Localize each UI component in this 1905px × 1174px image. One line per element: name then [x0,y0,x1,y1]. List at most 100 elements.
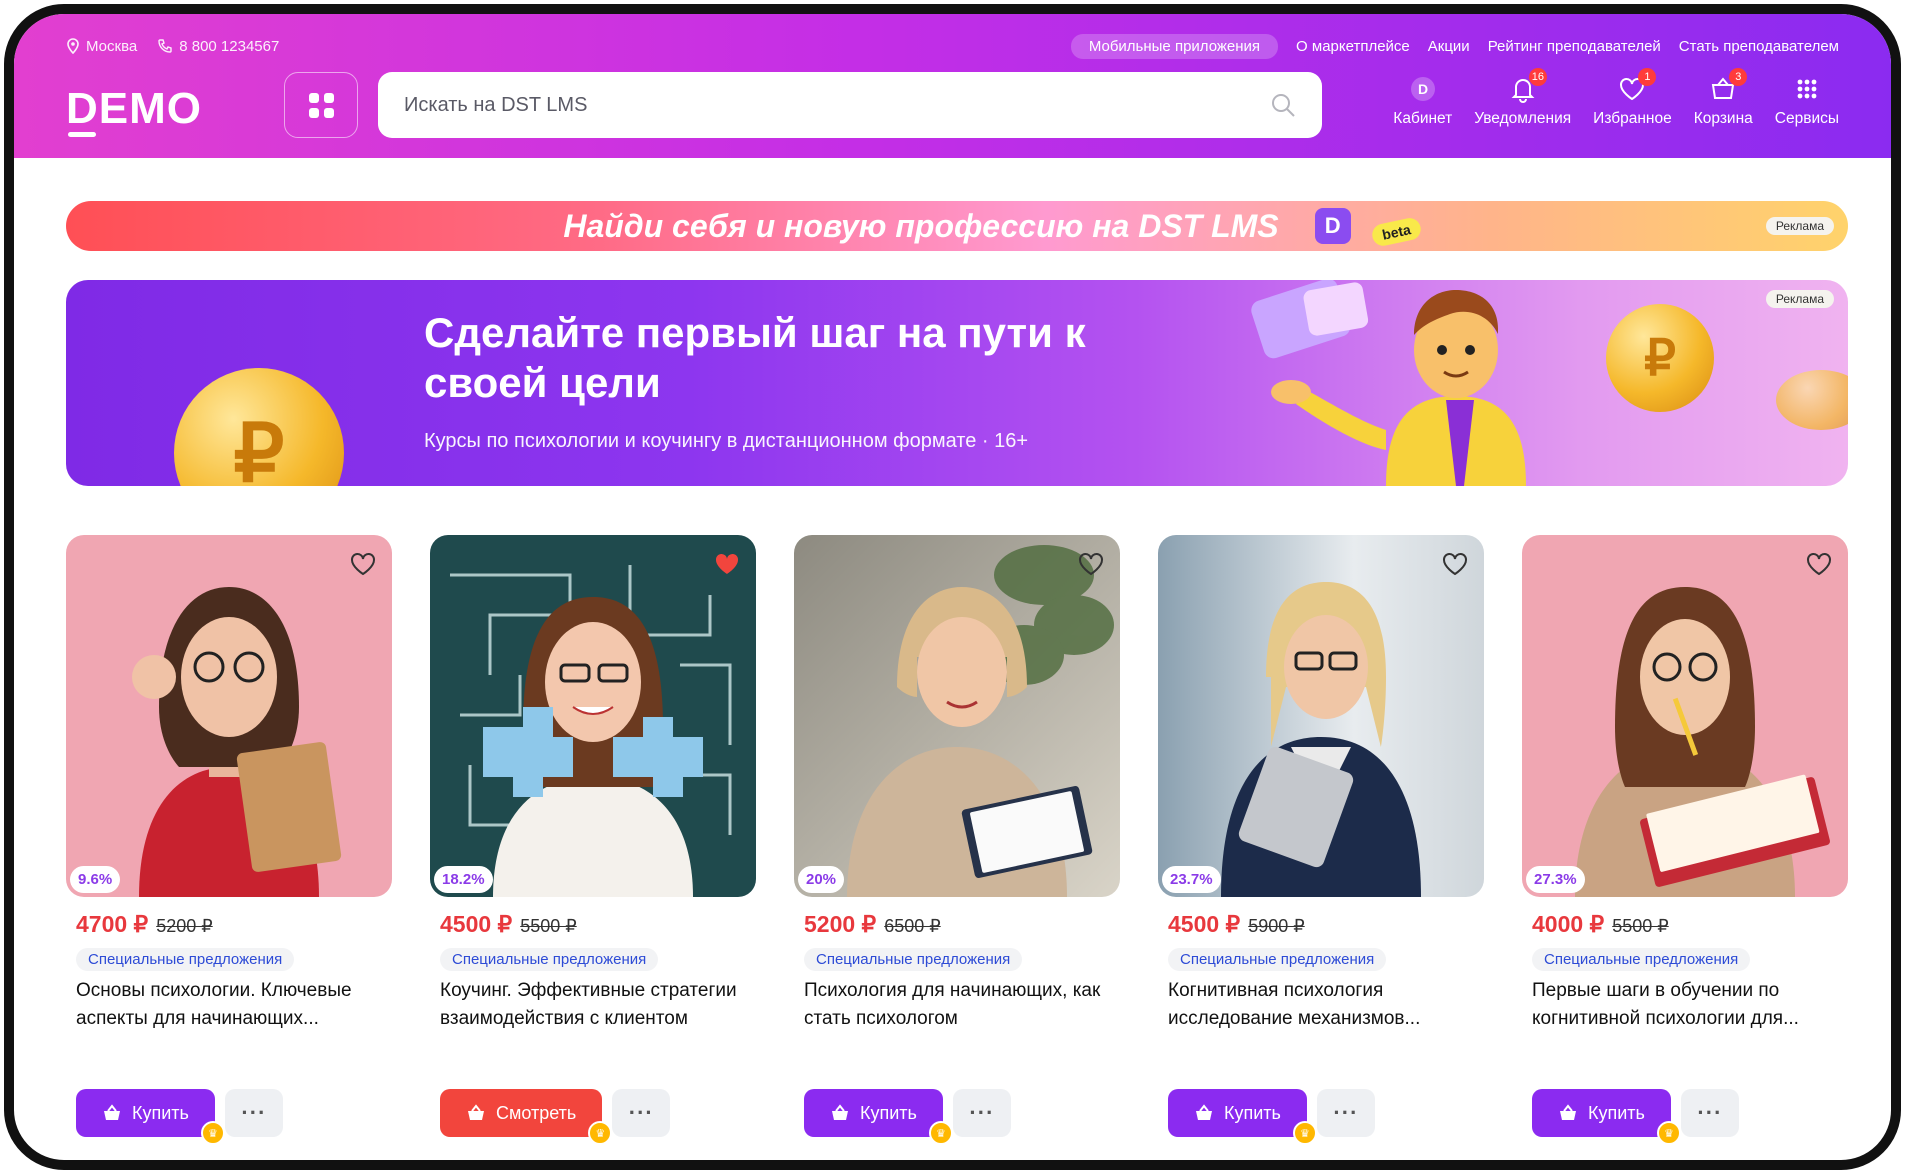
coin-illustration [1776,370,1848,430]
watch-button[interactable]: Смотреть ♛ [440,1089,613,1145]
discount-badge: 20% [798,866,845,893]
hero-subtitle: Курсы по психологии и коучингу в дистанц… [424,430,1029,452]
favorite-icon[interactable] [712,549,742,579]
crown-icon: ♛ [928,1121,953,1145]
more-options-button[interactable]: ··· [224,1089,283,1137]
teachers-rating-link[interactable]: Рейтинг преподавателей [1488,38,1661,55]
header: Москва 8 800 1234567 Мобильные приложени… [14,14,1891,158]
user-nav: D Кабинет 16 Уведомления 1 Избранное 3 К… [1393,68,1839,128]
top-bar: Москва 8 800 1234567 Мобильные приложени… [66,33,1839,59]
favorite-icon[interactable] [1440,549,1470,579]
person-photo [847,587,1093,897]
hero-banner[interactable]: ₽ ₽ Сделайте первый шаг на пути к своей … [66,280,1848,486]
category-tag[interactable]: Специальные предложения [76,948,295,971]
discount-badge: 27.3% [1526,866,1585,893]
person-photo [483,597,703,897]
course-image[interactable]: 9.6% [66,535,392,897]
course-image[interactable]: 20% [794,535,1120,897]
basket-icon [1196,1104,1212,1120]
more-options-button[interactable]: ··· [1316,1089,1375,1137]
notifications-badge: 16 [1528,68,1547,86]
buy-button[interactable]: Купить ♛ [804,1089,953,1145]
category-tag[interactable]: Специальные предложения [1168,948,1387,971]
nav-services[interactable]: Сервисы [1775,74,1839,128]
crown-icon: ♛ [588,1121,613,1145]
course-card[interactable]: 27.3% 4000 ₽ 5500 ₽ Специальные предложен… [1522,535,1848,1145]
watch-button-label: Смотреть [496,1102,577,1123]
course-title[interactable]: Когнитивная психология исследование меха… [1168,977,1478,1033]
favorite-icon[interactable] [1076,549,1106,579]
phone-number: 8 800 1234567 [179,37,280,55]
nav-cabinet-label: Кабинет [1393,110,1453,127]
promo-banner[interactable]: Найди себя и новую профессию на DST LMS … [66,201,1848,251]
mobile-apps-link[interactable]: Мобильные приложения [1070,33,1279,59]
favorite-icon[interactable] [348,549,378,579]
course-title[interactable]: Психология для начинающих, как стать пси… [804,977,1114,1033]
price-current: 5200 ₽ [804,911,877,937]
hero-title: Сделайте первый шаг на пути к своей цели [424,309,1086,406]
price-old: 5500 ₽ [1612,916,1669,936]
nav-cart-label: Корзина [1693,110,1753,127]
category-tag[interactable]: Специальные предложения [1532,948,1751,971]
crown-icon: ♛ [1292,1121,1317,1145]
nav-cart[interactable]: 3 Корзина [1693,68,1753,128]
buy-button-label: Купить [1224,1102,1281,1123]
app-frame: Москва 8 800 1234567 Мобильные приложени… [4,4,1901,1170]
person-photo [1221,582,1421,897]
nav-notifications[interactable]: 16 Уведомления [1474,68,1571,128]
category-tag[interactable]: Специальные предложения [440,948,659,971]
catalog-button[interactable] [284,72,358,138]
course-title[interactable]: Основы психологии. Ключевые аспекты для … [76,977,386,1033]
course-title[interactable]: Первые шаги в обучении по когнитивной пс… [1532,977,1842,1033]
price-old: 5200 ₽ [156,916,213,936]
category-tag[interactable]: Специальные предложения [804,948,1023,971]
grid-icon [1797,79,1817,99]
search-bar[interactable]: Искать на DST LMS [378,72,1322,138]
catalog-icon [308,92,334,118]
person-photo [132,587,342,897]
discount-badge: 18.2% [434,866,493,893]
more-options-button[interactable]: ··· [612,1089,671,1137]
discount-badge: 23.7% [1162,866,1221,893]
price-current: 4700 ₽ [76,911,149,937]
logo[interactable]: DEMO [66,84,202,137]
course-card[interactable]: 18.2% 4500 ₽ 5500 ₽ Специальные предложен… [430,535,756,1145]
course-card[interactable]: 23.7% 4500 ₽ 5900 ₽ Специальные предложен… [1158,535,1484,1145]
phone-link[interactable]: 8 800 1234567 [157,38,279,55]
city-label: Москва [86,37,138,55]
coin-illustration: ₽ [174,368,344,486]
course-card[interactable]: 20% 5200 ₽ 6500 ₽ Специальные предложения… [794,535,1120,1145]
course-title[interactable]: Коучинг. Эффективные стратегии взаимодей… [440,977,750,1033]
buy-button[interactable]: Купить ♛ [1168,1089,1317,1145]
promo-text: Найди себя и новую профессию на DST LMS [563,207,1279,244]
promotions-link[interactable]: Акции [1428,38,1470,55]
more-options-button[interactable]: ··· [952,1089,1011,1137]
course-image[interactable]: 18.2% [430,535,756,897]
more-options-button[interactable]: ··· [1680,1089,1739,1137]
nav-favorites[interactable]: 1 Избранное [1593,68,1672,128]
about-link[interactable]: О маркетплейсе [1296,38,1410,55]
favorites-badge: 1 [1638,68,1657,86]
buy-button[interactable]: Купить ♛ [76,1089,225,1145]
buy-button[interactable]: Купить ♛ [1532,1089,1681,1145]
discount-badge: 9.6% [70,866,121,893]
buy-button-label: Купить [860,1102,917,1123]
cabinet-icon: D [1410,77,1435,101]
search-input[interactable]: Искать на DST LMS [404,94,587,117]
person-photo [1575,587,1830,897]
course-card[interactable]: 9.6% 4700 ₽ 5200 ₽ Специальные предложени… [66,535,392,1145]
nav-services-label: Сервисы [1774,110,1839,127]
favorite-icon[interactable] [1804,549,1834,579]
logo-text: DEMO [66,84,202,133]
search-icon[interactable] [1270,92,1296,118]
promo-logo-icon: D [1314,208,1351,244]
ad-label: Реклама [1765,290,1834,308]
city-selector[interactable]: Москва [66,38,137,55]
beta-badge: beta [1370,216,1423,248]
nav-cabinet[interactable]: D Кабинет [1393,74,1452,128]
become-teacher-link[interactable]: Стать преподавателем [1679,38,1839,55]
course-image[interactable]: 27.3% [1522,535,1848,897]
price-old: 6500 ₽ [884,916,941,936]
course-image[interactable]: 23.7% [1158,535,1484,897]
svg-text:D: D [1418,81,1428,97]
